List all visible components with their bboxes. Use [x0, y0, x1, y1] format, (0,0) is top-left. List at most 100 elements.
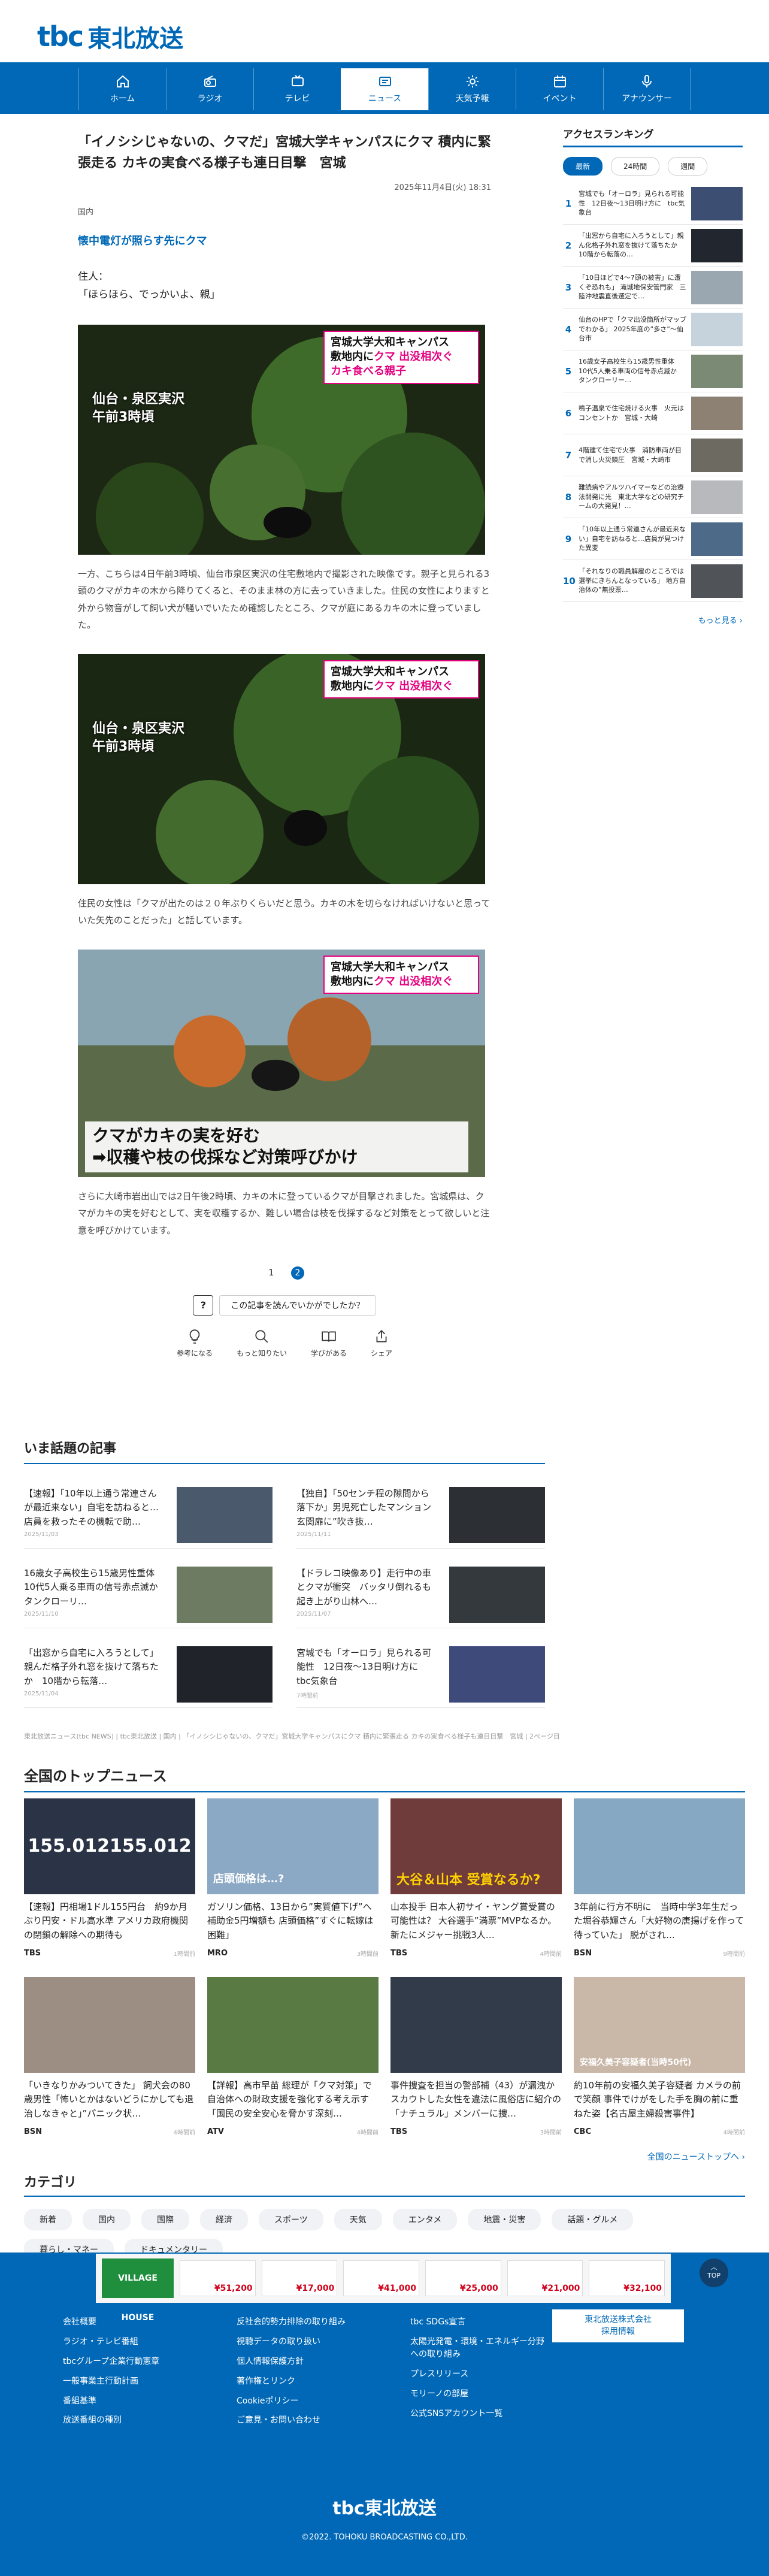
news-card[interactable]: 【詳報】高市早苗 総理が「クマ対策」で自治体への財政支援を強化する考え示す「国民… — [207, 1977, 379, 2136]
news-card[interactable]: 安福久美子容疑者(当時50代) 約10年前の安福久美子容疑者 カメラの前で笑顔 事… — [574, 1977, 745, 2136]
news-card[interactable]: 店頭価格は…? ガソリン価格、13日から”実質値下げ”へ 補助金5円増額も 店頭価… — [207, 1798, 379, 1958]
article-category[interactable]: 国内 — [78, 205, 491, 217]
reaction-label: 参考になる — [176, 1349, 213, 1358]
news-card[interactable]: 大谷＆山本 受賞なるか? 山本投手 日本人初サイ・ヤング賞受賞の可能性は？ 大谷選… — [390, 1798, 562, 1958]
ranking-item[interactable]: 8 難読病やアルツハイマーなどの治療法開発に光 東北大学などの研究チームの大発見！… — [563, 476, 743, 518]
reaction-share[interactable]: シェア — [371, 1329, 392, 1358]
ranking-item[interactable]: 7 4階建て住宅で火事 消防車両が目で消し火災鎮圧 宮城・大崎市 — [563, 434, 743, 476]
footer-link[interactable]: 放送番組の種別 — [63, 2411, 204, 2430]
news-card[interactable]: 「いきなりかみついてきた」 飼犬会の80歳男性「怖いとかはないどうにかしても退治… — [24, 1977, 195, 2136]
footer-link[interactable]: tbc SDGs宣言 — [410, 2312, 551, 2332]
caption-prefix: 敷地内に — [331, 350, 374, 364]
hot-item[interactable]: 【速報】「10年以上通う常連さんが最近来ない」自宅を訪ねると…店員を救ったその機… — [24, 1469, 273, 1549]
footer-link[interactable]: 反社会的勢力排除の取り組み — [237, 2312, 377, 2332]
news-thumb — [24, 1977, 195, 2073]
ad-price: ¥21,000 — [541, 2284, 580, 2293]
nav-label: ラジオ — [197, 94, 223, 104]
footer-link[interactable]: Cookieポリシー — [237, 2391, 377, 2411]
rank-number: 8 — [565, 491, 572, 503]
ranking-item[interactable]: 5 16歳女子高校生ら15歳男性重体 10代5人乗る車両の信号赤点滅か タンクロー… — [563, 350, 743, 392]
ranking-item[interactable]: 1 宮城でも「オーロラ」見られる可能性 12日夜〜13日明け方に tbc気象台 — [563, 183, 743, 225]
category-chip[interactable]: 経済 — [200, 2209, 248, 2230]
category-chip[interactable]: 国内 — [83, 2209, 131, 2230]
hot-text: 【ドラレコ映像あり】走行中の車とクマが衝突 バッタリ倒れるも起き上がり山林へ… — [296, 1568, 432, 1607]
footer-link[interactable]: 著作権とリンク — [237, 2372, 377, 2391]
ranking-item[interactable]: 4 仙台のHPで「クマ出没箇所がマップでわかる」 2025年度の”多さ”〜仙台市 — [563, 309, 743, 350]
top-news-more-link[interactable]: 全国のニューストップへ › — [24, 2151, 745, 2163]
breadcrumb[interactable]: 東北放送ニュース(tbc NEWS) | tbc東北放送 | 国内 | 「イノシ… — [24, 1731, 560, 1741]
category-chip[interactable]: スポーツ — [259, 2209, 323, 2230]
photo-caption: 宮城大学大和キャンパス 敷地内にクマ 出没相次ぐ カキ食べる親子 — [323, 330, 479, 384]
news-card[interactable]: 155.012155.012 【速報】円相場1ドル155円台 約9か月ぶり円安・ド… — [24, 1798, 195, 1958]
news-text: 事件捜査を担当の警部補（43）が漏洩か スカウトした女性を違法に風俗店に紹介の「… — [390, 2080, 562, 2119]
news-thumb — [207, 1977, 379, 2073]
ranking-item[interactable]: 3 「10日ほどで4〜7頭の被害」に遭くぞ恐れも」 滝城地保安管門家 三陸沖地震直… — [563, 267, 743, 309]
nav-weather[interactable]: 天気予報 — [428, 68, 516, 110]
footer-link[interactable]: 太陽光発電・環境・エネルギー分野への取り組み — [410, 2332, 551, 2365]
reaction-bar: 参考になる もっと知りたい 学びがある シェア — [78, 1329, 491, 1358]
category-chip[interactable]: 国際 — [141, 2209, 189, 2230]
category-chip[interactable]: 天気 — [334, 2209, 382, 2230]
footer-link[interactable]: 公式SNSアカウント一覧 — [410, 2404, 551, 2424]
footer-link[interactable]: プレスリリース — [410, 2365, 551, 2384]
recruit-button[interactable]: 東北放送株式会社 採用情報 — [552, 2309, 684, 2343]
feedback-question: この記事を読んでいかがでしたか？ — [219, 1295, 376, 1316]
category-chip[interactable]: エンタメ — [392, 2209, 458, 2230]
hot-item[interactable]: 【ドラレコ映像あり】走行中の車とクマが衝突 バッタリ倒れるも起き上がり山林へ… 2… — [296, 1549, 545, 1628]
back-to-top-button[interactable]: ︿ TOP — [700, 2258, 728, 2287]
rank-text: 難読病やアルツハイマーなどの治療法開発に光 東北大学などの研究チームの大発見！… — [579, 483, 684, 510]
footer-link[interactable]: 視聴データの取り扱い — [237, 2332, 377, 2352]
hot-item[interactable]: 宮城でも「オーロラ」見られる可能性 12日夜〜13日明け方に tbc気象台 7時間… — [296, 1628, 545, 1708]
hot-item[interactable]: 【独自】「50センチ程の隙間から落下か」男児死亡したマンション 玄関扉に”吹き抜… — [296, 1469, 545, 1549]
reaction-useful[interactable]: 参考になる — [177, 1329, 213, 1358]
footer-link[interactable]: 個人情報保護方針 — [237, 2352, 377, 2372]
tab-weekly[interactable]: 週間 — [668, 157, 708, 176]
footer-logo[interactable]: tbc東北放送 — [0, 2493, 769, 2520]
feedback-prompt: ? この記事を読んでいかがでしたか？ — [78, 1295, 491, 1316]
footer-link[interactable]: ご意見・お問い合わせ — [237, 2411, 377, 2430]
ranking-item[interactable]: 9 「10年以上通う常連さんが最近来ない」自宅を訪ねると…店員が見つけた異変 — [563, 518, 743, 560]
weather-icon — [466, 75, 479, 87]
category-chip[interactable]: 新着 — [24, 2209, 72, 2230]
tab-24h[interactable]: 24時間 — [611, 157, 660, 176]
logo-text: 東北放送 — [87, 25, 184, 53]
tab-latest[interactable]: 最新 — [563, 157, 603, 176]
nav-news[interactable]: ニュース — [341, 68, 428, 110]
site-logo[interactable]: tbc 東北放送 — [37, 19, 183, 54]
ranking-item[interactable]: 6 鳴子温泉で住宅焼ける火事 火元はコンセントか 宮城・大崎 — [563, 392, 743, 434]
news-thumb: 大谷＆山本 受賞なるか? — [390, 1798, 562, 1894]
category-chip[interactable]: 話題・グルメ — [552, 2209, 634, 2230]
hot-thumb — [177, 1567, 273, 1623]
hot-text: 16歳女子高校生ら15歳男性重体 10代5人乗る車両の信号赤点滅か タンクローリ… — [24, 1568, 167, 1607]
page-current[interactable]: 2 — [291, 1266, 304, 1280]
footer-link[interactable]: 番組基準 — [63, 2391, 204, 2411]
footer-link[interactable]: 一般事業主行動計画 — [63, 2372, 204, 2391]
nav-radio[interactable]: ラジオ — [166, 68, 253, 110]
ranking-more-link[interactable]: もっと見る › — [563, 614, 743, 625]
ad-price: ¥41,000 — [378, 2284, 417, 2293]
news-source: BSN — [574, 1949, 592, 1958]
rank-text: 16歳女子高校生ら15歳男性重体 10代5人乗る車両の信号赤点滅か タンクローリ… — [579, 357, 683, 385]
hot-item[interactable]: 16歳女子高校生ら15歳男性重体 10代5人乗る車両の信号赤点滅か タンクローリ… — [24, 1549, 273, 1628]
nav-announcer[interactable]: アナウンサー — [603, 68, 691, 110]
reaction-learn[interactable]: 学びがある — [311, 1329, 347, 1358]
nav-tv[interactable]: テレビ — [253, 68, 341, 110]
ad-banner[interactable]: VILLAGE HOUSE ¥51,200 ¥17,000 ¥41,000 ¥2… — [96, 2254, 671, 2323]
nav-home[interactable]: ホーム — [78, 68, 166, 110]
logo-mark: tbc — [37, 20, 84, 53]
article-title: 「イノシシじゃないの、クマだ」宮城大学キャンパスにクマ 積内に緊張走る カキの実… — [78, 135, 491, 171]
rank-text: 鳴子温泉で住宅焼ける火事 火元はコンセントか 宮城・大崎 — [579, 404, 684, 422]
reaction-know-more[interactable]: もっと知りたい — [237, 1329, 287, 1358]
news-card[interactable]: 事件捜査を担当の警部補（43）が漏洩か スカウトした女性を違法に風俗店に紹介の「… — [390, 1977, 562, 2136]
hot-item[interactable]: 「出窓から自宅に入ろうとして」親んだ格子外れ窓を抜けて落ちたか 10階から転落…… — [24, 1628, 273, 1708]
news-card[interactable]: 3年前に行方不明に 当時中学3年生だった堀谷恭輝さん「大好物の唐揚げを作って待っ… — [574, 1798, 745, 1958]
ranking-item[interactable]: 2 「出窓から自宅に入ろうとして」親ん化格子外れ窓を抜けて落ちたか 10階から転落… — [563, 225, 743, 267]
footer-link[interactable]: モリーノの部屋 — [410, 2384, 551, 2404]
ranking-sidebar: アクセスランキング 最新 24時間 週間 1 宮城でも「オーロラ」見られる可能性 … — [563, 126, 743, 625]
category-chip[interactable]: 地震・災害 — [468, 2209, 541, 2230]
rank-number: 5 — [565, 365, 572, 377]
ranking-item[interactable]: 10 「それなりの職員解雇のところでは選挙にきちんとなっている」 地方自治体の”無… — [563, 560, 743, 602]
nav-event[interactable]: イベント — [516, 68, 603, 110]
page-link[interactable]: 1 — [265, 1266, 278, 1280]
footer-link[interactable]: tbcグループ企業行動憲章 — [63, 2352, 204, 2372]
